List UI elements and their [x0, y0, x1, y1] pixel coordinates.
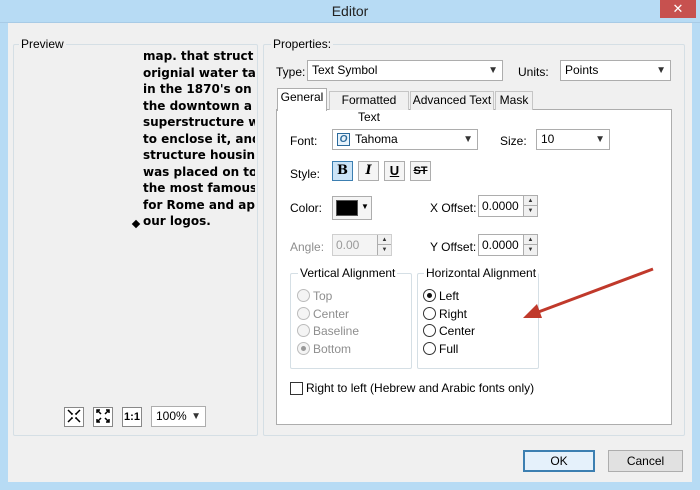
tab-formatted-text[interactable]: Formatted Text [329, 91, 409, 124]
vertical-alignment-legend: Vertical Alignment [298, 266, 398, 280]
window-frame-left [0, 23, 8, 490]
valign-baseline-radio [297, 324, 310, 337]
chevron-down-icon: ▼ [656, 65, 666, 76]
preview-legend: Preview [19, 37, 66, 51]
ok-button[interactable]: OK [523, 450, 595, 472]
opentype-font-icon: O [337, 133, 350, 146]
halign-center-radio[interactable] [423, 324, 436, 337]
type-label: Type: [276, 65, 306, 79]
style-label: Style: [290, 167, 321, 181]
color-swatch [336, 200, 358, 216]
valign-bottom-label: Bottom [313, 342, 352, 356]
size-value: 10 [541, 132, 555, 146]
right-to-left-checkbox[interactable] [290, 382, 303, 395]
spin-up-icon: ▲ [377, 235, 391, 245]
preview-text-line: orignial water ta [143, 65, 255, 80]
type-select[interactable]: Text Symbol ▼ [307, 60, 503, 81]
chevron-down-icon: ▼ [191, 411, 201, 422]
color-picker-button[interactable]: ▼ [332, 196, 372, 220]
units-label: Units: [518, 65, 549, 79]
right-to-left-label[interactable]: Right to left (Hebrew and Arabic fonts o… [306, 381, 534, 395]
color-label: Color: [290, 201, 323, 215]
zoom-level-value: 100% [156, 409, 187, 423]
x-offset-label: X Offset: [430, 201, 477, 215]
angle-label: Angle: [290, 240, 325, 254]
valign-top-label: Top [313, 289, 333, 303]
actual-size-tool-button[interactable]: 1:1 [122, 407, 142, 427]
type-value: Text Symbol [312, 63, 378, 77]
preview-text-line: superstructure w [143, 115, 255, 129]
halign-right-label[interactable]: Right [439, 307, 467, 321]
size-label: Size: [500, 134, 527, 148]
zoom-in-icon [67, 409, 81, 423]
zoom-out-tool-button[interactable] [93, 407, 113, 427]
tab-general[interactable]: General [277, 88, 327, 111]
preview-text-line: the downtown a [143, 98, 252, 113]
preview-text-line: to enclose it, and [143, 131, 255, 146]
halign-full-radio[interactable] [423, 342, 436, 355]
window-frame-bottom [0, 482, 700, 490]
size-select[interactable]: 10 ▼ [536, 129, 610, 150]
halign-full-label[interactable]: Full [439, 342, 458, 356]
units-value: Points [565, 63, 599, 77]
font-value: Tahoma [355, 132, 398, 146]
preview-text-line: in the 1870's on [143, 82, 252, 96]
spin-down-icon[interactable]: ▼ [523, 245, 537, 255]
angle-value: 0.00 [336, 238, 360, 252]
spin-up-icon[interactable]: ▲ [523, 235, 537, 245]
halign-right-radio[interactable] [423, 307, 436, 320]
chevron-down-icon: ▼ [361, 202, 369, 211]
chevron-down-icon: ▼ [595, 134, 605, 145]
chevron-down-icon: ▼ [463, 134, 473, 145]
valign-center-label: Center [313, 307, 350, 321]
font-select[interactable]: O Tahoma ▼ [332, 129, 478, 150]
halign-center-label[interactable]: Center [439, 324, 475, 338]
x-offset-value: 0.0000 [482, 199, 519, 213]
preview-text-line: structure housin [143, 148, 255, 162]
y-offset-stepper[interactable]: 0.0000 ▲ ▼ [478, 234, 538, 256]
angle-stepper: 0.00 ▲ ▼ [332, 234, 392, 256]
halign-left-radio[interactable] [423, 289, 436, 302]
valign-bottom-radio [297, 342, 310, 355]
preview-text-line: map. that struct [143, 49, 254, 63]
y-offset-label: Y Offset: [430, 240, 477, 254]
annotation-arrow-icon [523, 267, 654, 318]
strikethrough-button[interactable]: ST [410, 161, 431, 181]
units-select[interactable]: Points ▼ [560, 60, 671, 81]
y-offset-value: 0.0000 [482, 238, 519, 252]
valign-top-radio [297, 289, 310, 302]
bold-button[interactable]: B [332, 161, 353, 181]
zoom-level-select[interactable]: 100% ▼ [151, 406, 206, 427]
properties-legend: Properties: [271, 37, 334, 51]
preview-text-line: for Rome and ap [143, 197, 255, 212]
tab-mask[interactable]: Mask [495, 91, 533, 110]
tab-advanced-text[interactable]: Advanced Text [410, 91, 494, 110]
zoom-in-tool-button[interactable] [64, 407, 84, 427]
underline-button[interactable]: U [384, 161, 405, 181]
x-offset-stepper[interactable]: 0.0000 ▲ ▼ [478, 195, 538, 217]
italic-button[interactable]: I [358, 161, 379, 181]
preview-text-line: was placed on to [143, 164, 255, 179]
spin-down-icon: ▼ [377, 245, 391, 255]
spin-up-icon[interactable]: ▲ [523, 196, 537, 206]
preview-canvas: map. that struct orignial water ta in th… [143, 48, 255, 228]
zoom-out-icon [96, 409, 110, 423]
preview-text-line: the most famous [143, 181, 255, 195]
halign-left-label[interactable]: Left [439, 289, 459, 303]
valign-baseline-label: Baseline [313, 324, 360, 338]
valign-center-radio [297, 307, 310, 320]
window-frame-right [692, 23, 700, 490]
chevron-down-icon: ▼ [488, 65, 498, 76]
close-button[interactable]: ✕ [660, 0, 696, 18]
spin-down-icon[interactable]: ▼ [523, 206, 537, 216]
preview-text-line: our logos. [143, 214, 211, 228]
font-label: Font: [290, 134, 318, 148]
cancel-button[interactable]: Cancel [608, 450, 683, 472]
window-title: Editor [331, 3, 369, 19]
